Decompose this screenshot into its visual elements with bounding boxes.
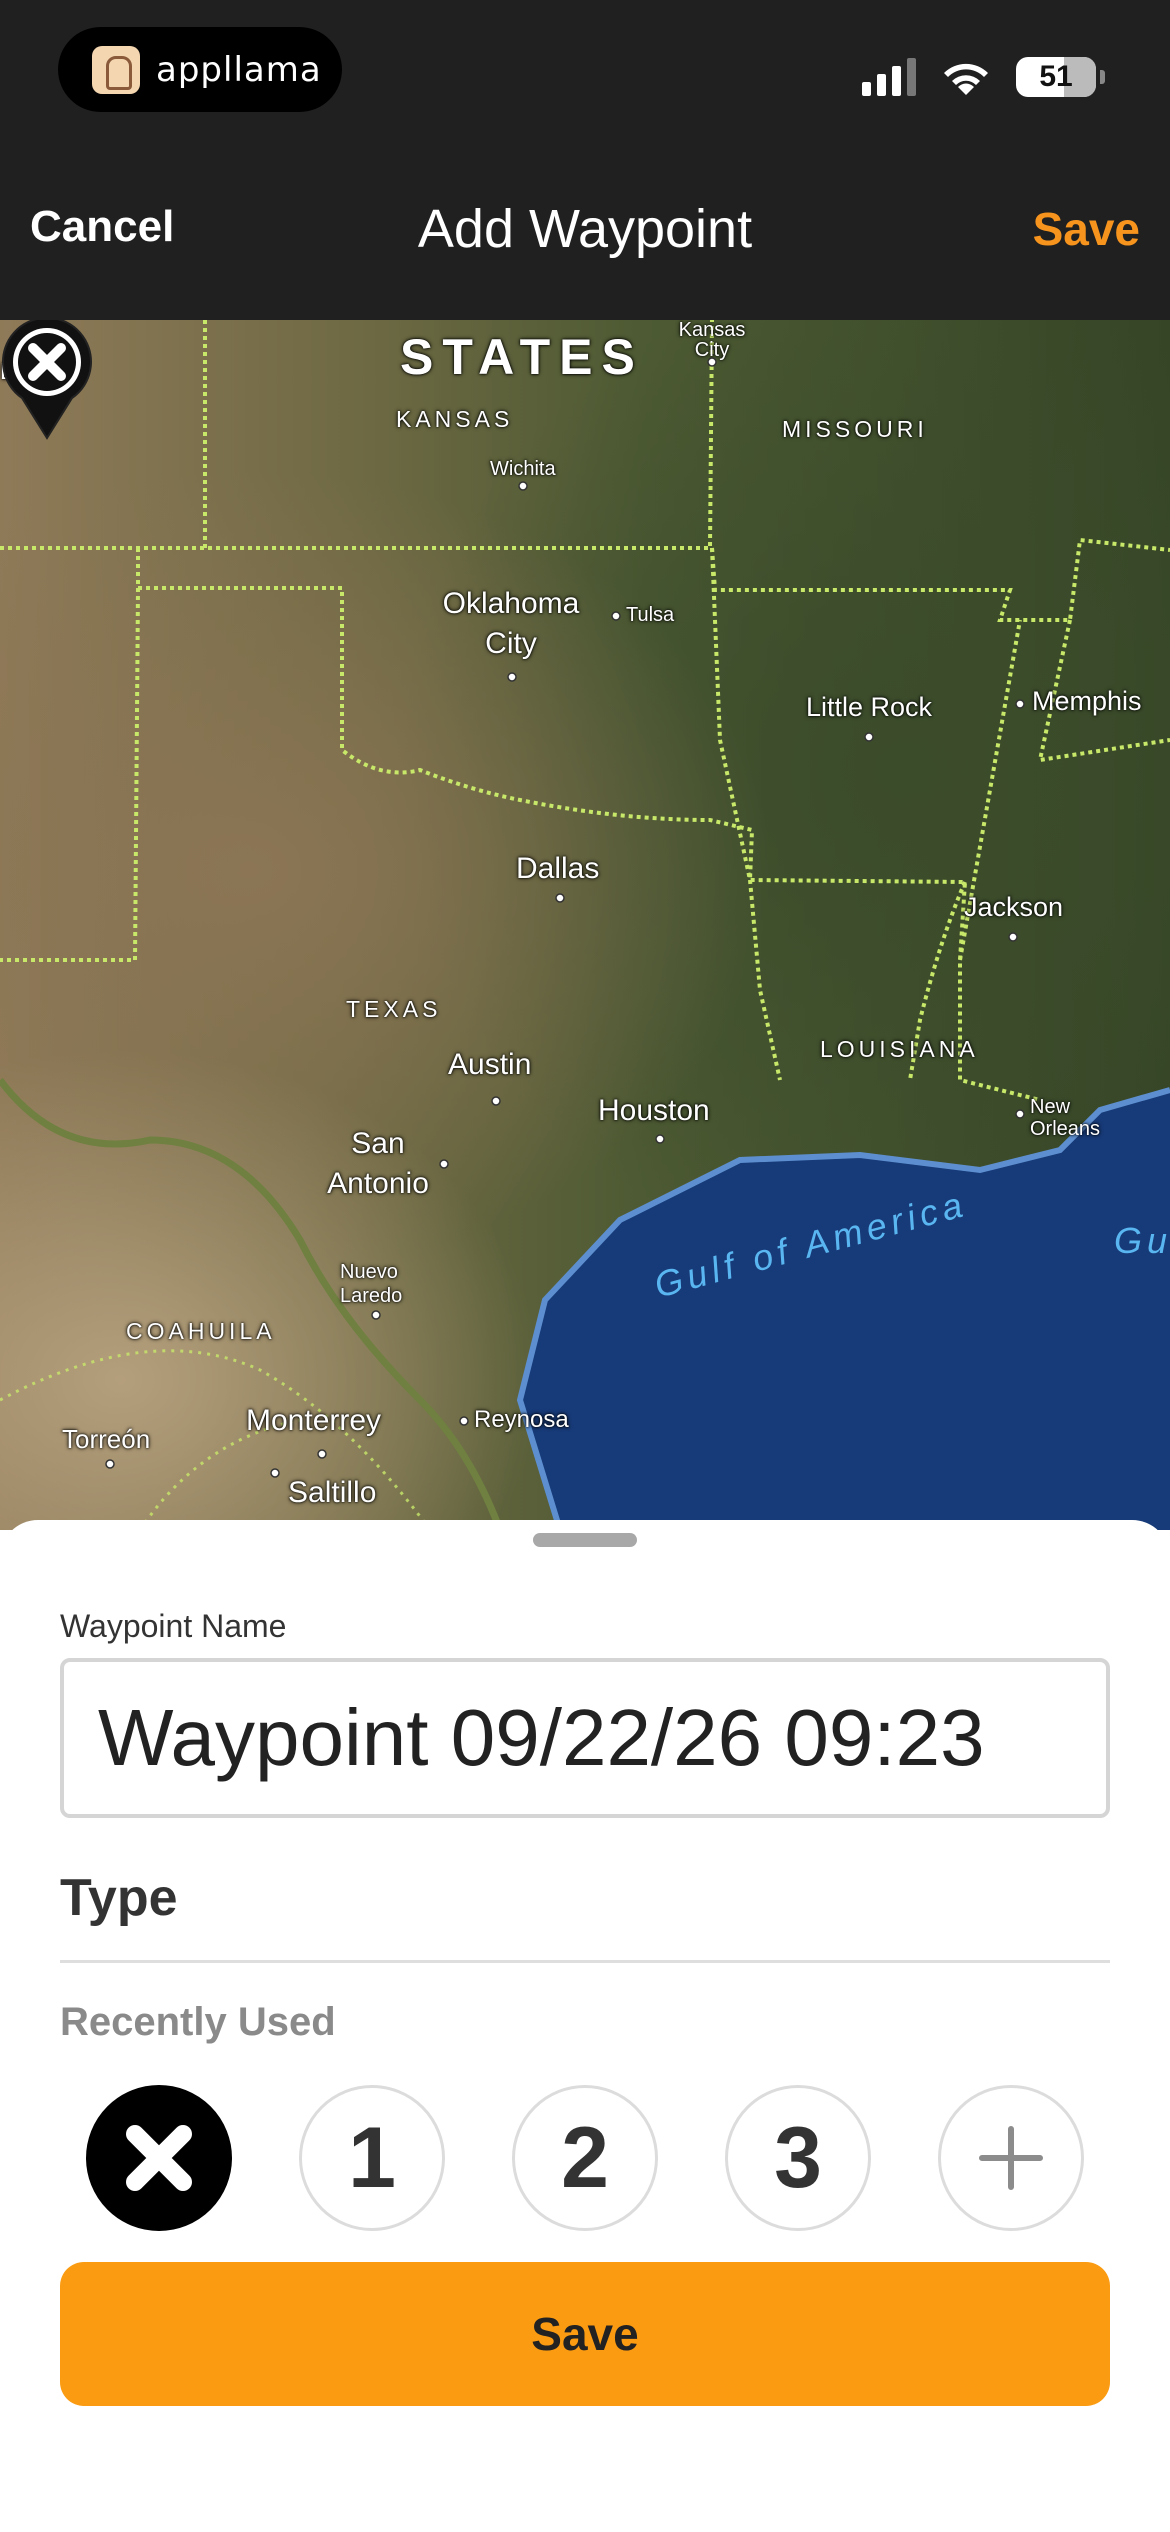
map-city-label: Tulsa: [626, 604, 675, 626]
map-city-label: Reynosa: [474, 1406, 569, 1433]
close-x-icon: [126, 2125, 192, 2191]
app-badge: appllama: [58, 27, 342, 112]
waypoint-name-label: Waypoint Name: [60, 1608, 287, 1644]
wifi-icon: [944, 63, 988, 95]
app-badge-label: appllama: [156, 49, 322, 90]
battery-icon: 51: [1016, 57, 1105, 97]
map-terrain: [0, 320, 1170, 1530]
add-type-button[interactable]: [938, 2085, 1084, 2231]
map-city-label: Little Rock: [806, 692, 933, 722]
map-city-label: Oklahoma City: [442, 587, 580, 660]
status-icons: 51: [862, 52, 1105, 102]
type-option-x[interactable]: [86, 2085, 232, 2231]
map-state-label: LOUISIANA: [820, 1036, 979, 1062]
map-state-label: TEXAS: [346, 996, 442, 1022]
divider: [60, 1960, 1110, 1963]
type-option-3[interactable]: 3: [725, 2085, 871, 2231]
map-city-label: Torreón: [62, 1424, 151, 1454]
map-city-label: New Orleans: [1030, 1096, 1101, 1140]
type-option-1[interactable]: 1: [299, 2085, 445, 2231]
map-state-label: KANSAS: [396, 406, 514, 432]
map-city-label: Dallas: [516, 852, 600, 885]
map-city-label: Nuevo Laredo: [340, 1261, 403, 1307]
map-city-label: Wichita: [490, 458, 556, 480]
map-view[interactable]: STATES DO KANSAS MISSOURI TEXAS LOUISIAN…: [0, 320, 1170, 1530]
map-city-label: Jackson: [964, 892, 1064, 922]
nav-save-button[interactable]: Save: [1033, 202, 1140, 256]
map-city-label: San Antonio: [327, 1127, 429, 1200]
map-city-label: Kansas City: [678, 320, 746, 361]
header: appllama 51 Cancel Add Waypoint Save: [0, 0, 1170, 320]
waypoint-sheet: Waypoint Name Type Recently Used 1 2 3 S…: [0, 1520, 1170, 2532]
type-option-2[interactable]: 2: [512, 2085, 658, 2231]
page-title: Add Waypoint: [417, 199, 753, 259]
recently-used-heading: Recently Used: [60, 2000, 336, 2044]
type-heading: Type: [60, 1869, 178, 1927]
map-city-label: Houston: [598, 1094, 710, 1127]
map-state-label: MISSOURI: [782, 416, 928, 442]
map-city-label: Memphis: [1032, 686, 1142, 716]
map-country-label: STATES: [400, 329, 644, 385]
waypoint-pin[interactable]: [0, 320, 94, 440]
map-city-label: Austin: [448, 1048, 532, 1081]
map-state-label: COAHUILA: [126, 1318, 276, 1344]
save-button[interactable]: Save: [60, 2262, 1110, 2406]
map-city-label: Monterrey: [246, 1404, 382, 1437]
map-water-label: Gu: [1114, 1220, 1170, 1261]
llama-logo-icon: [92, 45, 140, 94]
sheet-grabber[interactable]: [533, 1533, 637, 1547]
map-city-label: Saltillo: [288, 1476, 377, 1509]
cellular-signal-icon: [862, 58, 916, 96]
battery-level: 51: [1039, 60, 1073, 93]
waypoint-name-input[interactable]: [60, 1658, 1110, 1818]
plus-icon: [979, 2126, 1043, 2190]
